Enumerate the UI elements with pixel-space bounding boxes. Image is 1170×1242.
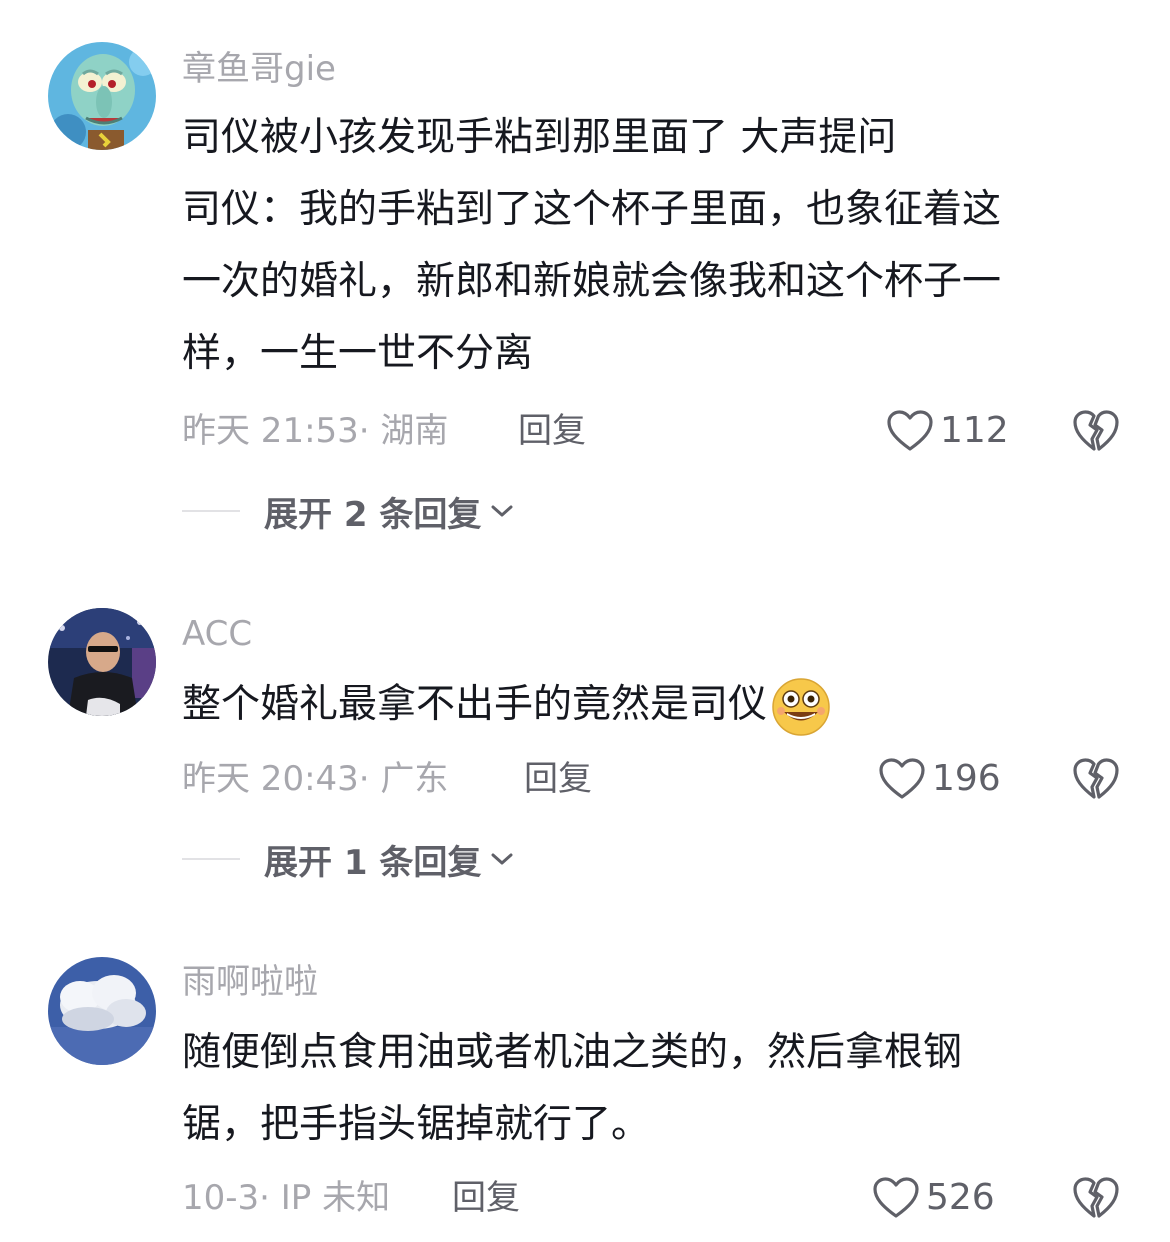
bald-man-photo-avatar-icon bbox=[48, 608, 156, 716]
like-button[interactable]: 112 bbox=[886, 408, 1009, 454]
heart-outline-icon bbox=[887, 410, 933, 451]
like-count: 526 bbox=[926, 1177, 995, 1218]
chevron-down-icon bbox=[491, 853, 513, 865]
comment-meta: 昨天 20:43· 广东 回复 196 bbox=[182, 756, 1142, 802]
like-button[interactable]: 196 bbox=[878, 756, 1001, 802]
expand-replies-label: 展开 2 条回复 bbox=[264, 494, 482, 535]
reply-button[interactable]: 回复 bbox=[518, 408, 586, 454]
grinning-emoji-icon bbox=[772, 677, 830, 736]
expand-replies-button[interactable]: 展开 2 条回复 bbox=[182, 491, 515, 535]
dislike-button[interactable] bbox=[1072, 1175, 1120, 1221]
comment-text: 司仪被小孩发现手粘到那里面了 大声提问 司仪：我的手粘到了这个杯子里面，也象征着… bbox=[182, 102, 1112, 390]
comment-line: 随便倒点食用油或者机油之类的，然后拿根钢 bbox=[182, 1030, 963, 1075]
dislike-button[interactable] bbox=[1072, 756, 1120, 802]
squidward-avatar-icon bbox=[48, 42, 156, 150]
comment-time-location: 10-3· IP 未知 bbox=[182, 1178, 391, 1218]
comment-line: 样，一生一世不分离 bbox=[182, 331, 534, 376]
like-button[interactable]: 526 bbox=[872, 1175, 995, 1221]
reply-button[interactable]: 回复 bbox=[524, 756, 592, 802]
like-count: 112 bbox=[940, 410, 1009, 451]
broken-heart-icon bbox=[1073, 1177, 1119, 1218]
divider-line bbox=[182, 510, 240, 512]
avatar[interactable] bbox=[48, 957, 156, 1065]
comment-line: 锯，把手指头锯掉就行了。 bbox=[182, 1102, 651, 1147]
comment-line: 一次的婚礼，新郎和新娘就会像我和这个杯子一 bbox=[182, 259, 1002, 304]
heart-outline-icon bbox=[873, 1177, 919, 1218]
comment-time-location: 昨天 21:53· 湖南 bbox=[182, 411, 449, 451]
broken-heart-icon bbox=[1073, 758, 1119, 799]
avatar[interactable] bbox=[48, 608, 156, 716]
username[interactable]: ACC bbox=[182, 617, 252, 651]
comment-line-text: 整个婚礼最拿不出手的竟然是司仪 bbox=[182, 682, 768, 727]
broken-heart-icon bbox=[1073, 410, 1119, 451]
expand-replies-button[interactable]: 展开 1 条回复 bbox=[182, 839, 515, 883]
expand-replies-label: 展开 1 条回复 bbox=[264, 842, 482, 883]
comment-line: 整个婚礼最拿不出手的竟然是司仪 bbox=[182, 669, 1112, 741]
like-count: 196 bbox=[932, 758, 1001, 799]
divider-line bbox=[182, 858, 240, 860]
comment-line: 司仪：我的手粘到了这个杯子里面，也象征着这 bbox=[182, 187, 1002, 232]
cloud-sky-avatar-icon bbox=[48, 957, 156, 1065]
comment-text: 随便倒点食用油或者机油之类的，然后拿根钢 锯，把手指头锯掉就行了。 bbox=[182, 1017, 1112, 1161]
username[interactable]: 章鱼哥gie bbox=[182, 52, 336, 86]
chevron-down-icon bbox=[491, 505, 513, 517]
comment-meta: 10-3· IP 未知 回复 526 bbox=[182, 1175, 1142, 1221]
comment-time-location: 昨天 20:43· 广东 bbox=[182, 759, 449, 799]
username[interactable]: 雨啊啦啦 bbox=[182, 965, 318, 999]
dislike-button[interactable] bbox=[1072, 408, 1120, 454]
comment-line: 司仪被小孩发现手粘到那里面了 大声提问 bbox=[182, 115, 897, 160]
comment-text: 整个婚礼最拿不出手的竟然是司仪 bbox=[182, 669, 1112, 741]
reply-button[interactable]: 回复 bbox=[452, 1175, 520, 1221]
avatar[interactable] bbox=[48, 42, 156, 150]
comment-meta: 昨天 21:53· 湖南 回复 112 bbox=[182, 408, 1142, 454]
heart-outline-icon bbox=[879, 758, 925, 799]
